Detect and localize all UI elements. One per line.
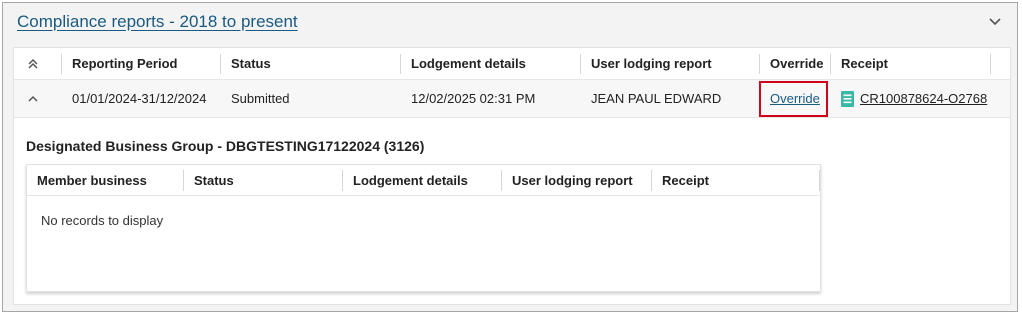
designated-business-group-title: Designated Business Group - DBGTESTING17… [26, 138, 425, 154]
receipt-link[interactable]: CR100878624-O2768 [860, 91, 987, 106]
panel-title-link[interactable]: Compliance reports - 2018 to present [17, 12, 298, 32]
cell-receipt: CR100878624-O2768 [831, 80, 991, 117]
row-detail-panel: Designated Business Group - DBGTESTING17… [14, 118, 1010, 304]
column-header-status[interactable]: Status [221, 48, 401, 79]
grid-header-row: Reporting Period Status Lodgement detail… [14, 48, 1010, 80]
empty-state-message: No records to display [41, 213, 164, 228]
member-business-grid: Member business Status Lodgement details… [26, 164, 821, 292]
cell-user-lodging-report: JEAN PAUL EDWARD [591, 91, 722, 106]
column-header-member-receipt[interactable]: Receipt [652, 165, 820, 195]
document-icon [841, 90, 854, 107]
row-collapse-button[interactable] [14, 80, 62, 117]
compliance-reports-panel: Compliance reports - 2018 to present Rep… [2, 2, 1018, 312]
cell-lodgement-details: 12/02/2025 02:31 PM [411, 91, 536, 106]
cell-status: Submitted [231, 91, 290, 106]
chevron-down-icon[interactable] [987, 13, 1003, 29]
column-header-lodgement-details[interactable]: Lodgement details [401, 48, 581, 79]
member-grid-header-row: Member business Status Lodgement details… [27, 165, 820, 196]
column-header-user-lodging-report[interactable]: User lodging report [581, 48, 760, 79]
chevron-up-icon[interactable] [26, 92, 40, 106]
double-chevron-up-icon[interactable] [26, 57, 40, 71]
override-highlight-box [759, 81, 828, 117]
collapse-all-button[interactable] [14, 48, 62, 79]
column-header-member-lodgement-details[interactable]: Lodgement details [343, 165, 502, 195]
column-header-member-status[interactable]: Status [184, 165, 343, 195]
column-header-member-business[interactable]: Member business [27, 165, 184, 195]
column-header-receipt[interactable]: Receipt [831, 48, 991, 79]
reports-grid: Reporting Period Status Lodgement detail… [13, 47, 1011, 305]
cell-reporting-period: 01/01/2024-31/12/2024 [72, 91, 207, 106]
column-header-reporting-period[interactable]: Reporting Period [62, 48, 221, 79]
column-header-override[interactable]: Override [760, 48, 831, 79]
table-row: 01/01/2024-31/12/2024 Submitted 12/02/20… [14, 80, 1010, 118]
panel-header: Compliance reports - 2018 to present [3, 3, 1017, 43]
column-header-member-user-lodging-report[interactable]: User lodging report [502, 165, 652, 195]
